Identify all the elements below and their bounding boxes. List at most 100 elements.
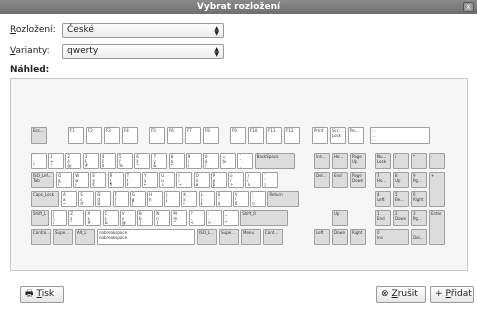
key-row4-12: Shift_R: [240, 210, 289, 226]
variant-combo[interactable]: qwerty ▲ ▼: [62, 43, 224, 59]
key-row5-5: Supe...: [219, 229, 239, 245]
add-button[interactable]: + Přidat: [430, 286, 474, 303]
layout-combo[interactable]: České ▲ ▼: [62, 22, 224, 38]
key-nav-8: Down: [332, 229, 348, 245]
layout-row: Rozložení: České ▲ ▼: [10, 22, 224, 38]
key-fn-6: F6: [167, 127, 183, 144]
combo-arrows-icon: ▲ ▼: [214, 45, 219, 58]
key-row4-11: _ - *: [223, 210, 239, 226]
key-row3-5: Gg]: [129, 191, 146, 207]
key-row2-8: Ii →: [176, 172, 193, 188]
key-row3-13: Return: [267, 191, 300, 207]
key-row1-10: 0é)˝: [203, 153, 219, 169]
key-fn-2: F2: [86, 127, 102, 144]
key-row3-9: LlŁ: [198, 191, 215, 207]
key-row1-8: 8á*˙: [168, 153, 185, 169]
key-row4-5: Vv @: [119, 210, 136, 226]
key-numpad-6: 9 Pg...: [411, 172, 427, 188]
key-row3-6: Hh `: [147, 191, 163, 207]
variant-label: Varianty:: [10, 46, 50, 56]
window-title: Vybrat rozložení: [196, 2, 281, 12]
key-fn-13: Print: [312, 127, 328, 144]
printer-icon: 🖶: [25, 289, 34, 299]
key-nav-3: Del...: [314, 172, 330, 188]
key-row3-1: Aa ~: [61, 191, 77, 207]
key-numpad-2: *: [411, 153, 427, 169]
key-fn-15: Pa...: [348, 127, 364, 144]
key-row4-6: Bb{: [137, 210, 153, 226]
key-row2-11: ú / ÷: [228, 172, 244, 188]
layout-value: České: [67, 24, 94, 35]
key-nav-5: Page Down: [350, 172, 366, 188]
close-button[interactable]: x: [463, 2, 474, 12]
key-numpad-7: +: [429, 172, 445, 207]
plus-icon: +: [435, 289, 443, 299]
key-fn-8: F8: [203, 127, 219, 144]
key-row1-4: 4č$˘: [99, 153, 116, 169]
variant-value: qwerty: [67, 45, 99, 56]
key-row4-1: | \ /: [51, 210, 67, 226]
key-row3-10: ů " $: [215, 191, 232, 207]
key-fn-4: F4: [122, 127, 138, 144]
key-row4-10: :. >: [205, 210, 222, 226]
print-button[interactable]: 🖶 Tisk: [20, 286, 64, 303]
key-fn-14: Scr... Lock: [330, 127, 346, 144]
key-row4-7: Nn}: [154, 210, 171, 226]
key-row2-12: )(×: [245, 172, 262, 188]
key-fn-0: Esc...: [31, 127, 47, 144]
key-row2-5: Ttŧ: [124, 172, 141, 188]
layout-label: Rozložení:: [10, 25, 56, 35]
key-row2-9: Ooø: [193, 172, 210, 188]
key-nav-2: Page Up: [350, 153, 366, 169]
key-row4-2: Zz °: [68, 210, 85, 226]
key-row3-3: DdĐ: [95, 191, 112, 207]
key-row5-2: Alt_L: [75, 229, 95, 245]
cancel-button[interactable]: ⊗ Zrušit: [376, 286, 426, 303]
key-row1-1: 1+!~: [48, 153, 65, 169]
key-row3-0: Caps_Lock: [31, 191, 59, 207]
key-nav-1: Ho...: [332, 153, 348, 169]
key-fn-16: .........: [370, 127, 430, 144]
key-numpad-11: 1 End: [375, 210, 391, 226]
key-row4-0: Shift_L: [31, 210, 49, 226]
key-row2-3: Ee €: [90, 172, 107, 188]
key-numpad-0: Nu... Lock: [375, 153, 391, 169]
key-numpad-3: -: [429, 153, 445, 169]
key-nav-4: End: [332, 172, 348, 188]
key-nav-6: Up: [332, 210, 348, 226]
key-numpad-5: 8 Up: [393, 172, 409, 188]
key-numpad-13: 3 Pg...: [411, 210, 427, 226]
key-row4-9: ?, <: [188, 210, 205, 226]
keyboard-preview: Esc... F1 F2 F3 F4 F5 F6 F7 F8 F9 F10 F11 F12 Print Sc…: [10, 78, 468, 271]
key-nav-9: Right: [350, 229, 366, 245]
key-row2-0: ISO_Lef... Tab: [31, 172, 54, 188]
close-icon: x: [466, 2, 471, 11]
key-fn-3: F3: [104, 127, 120, 144]
key-fn-10: F10: [248, 127, 264, 144]
combo-arrows-icon: ▲ ▼: [214, 24, 219, 37]
key-nav-7: Left: [314, 229, 330, 245]
key-row1-5: 5ř%°: [117, 153, 133, 169]
key-numpad-12: 2 Down: [393, 210, 409, 226]
key-row5-6: Menu: [241, 229, 261, 245]
key-numpad-16: . Del...: [411, 229, 427, 245]
cancel-icon: ⊗: [381, 289, 389, 299]
key-numpad-1: /: [393, 153, 409, 169]
key-numpad-4: 7 Ho...: [375, 172, 391, 188]
key-numpad-9: 5 Be...: [393, 191, 409, 207]
key-fn-1: F1: [68, 127, 84, 144]
key-fn-5: F5: [149, 127, 165, 144]
key-row1-2: 2ě@ˇ: [65, 153, 82, 169]
key-row2-2: Ww |: [73, 172, 90, 188]
key-row1-6: 6ž^˛: [134, 153, 151, 169]
key-row5-7: Cont...: [263, 229, 283, 245]
key-row1-12: ´ ˇ ¸: [237, 153, 254, 169]
key-row3-7: Jj ': [164, 191, 181, 207]
title-bar: Vybrat rozložení x: [0, 0, 477, 14]
key-row5-3: nobreakspace nobreakspace: [97, 229, 195, 245]
key-row1-9: 9í(´: [185, 153, 202, 169]
key-fn-12: F12: [284, 127, 300, 144]
key-row1-0: `; °: [31, 153, 47, 169]
key-row3-2: Ssđ: [78, 191, 95, 207]
key-row5-1: Supe...: [53, 229, 73, 245]
